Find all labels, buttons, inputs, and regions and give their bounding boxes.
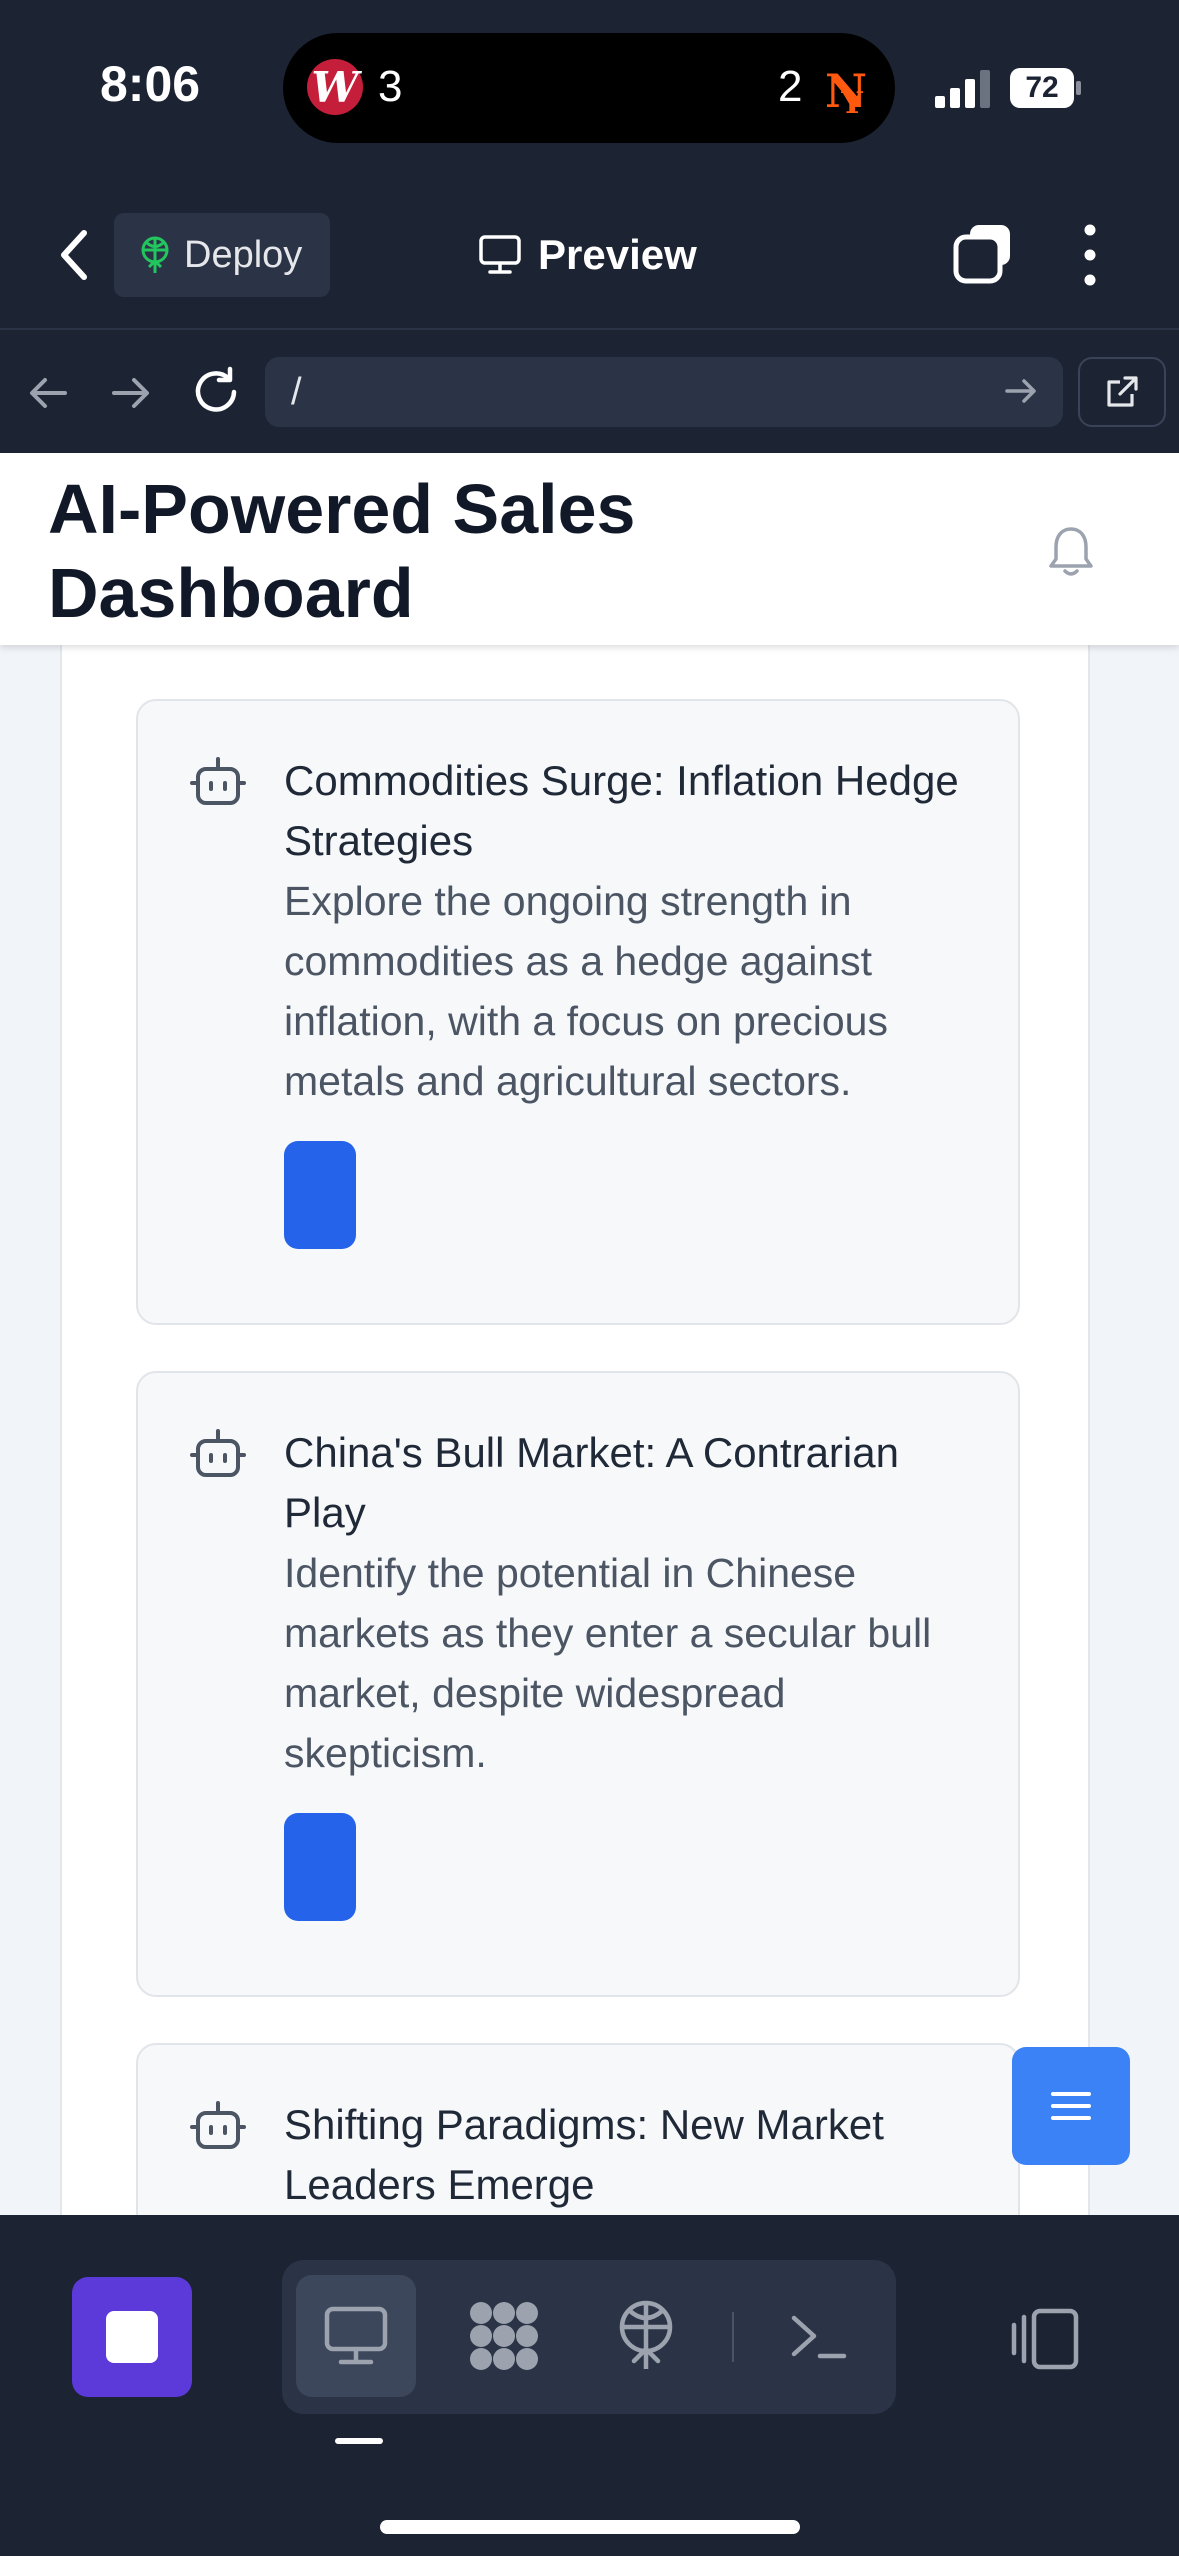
external-link-icon (1107, 376, 1138, 407)
card-title: Shifting Paradigms: New Market Leaders E… (284, 2101, 884, 2208)
url-bar: / (0, 330, 1179, 453)
robot-icon (190, 2101, 246, 2149)
mets-logo-icon: N Y (825, 64, 867, 121)
battery-icon: 72 (1010, 68, 1081, 108)
card-action-button[interactable] (284, 1813, 356, 1921)
menu-fab-button[interactable] (1012, 2047, 1130, 2165)
reload-icon[interactable] (190, 366, 242, 418)
menu-icon (1051, 2092, 1091, 2120)
away-score: 2 (778, 62, 803, 111)
monitor-icon (324, 2306, 388, 2365)
monitor-icon (479, 235, 521, 274)
svg-text:W: W (311, 63, 362, 112)
insight-card: Shifting Paradigms: New Market Leaders E… (136, 2043, 1020, 2215)
home-score: 3 (378, 62, 403, 111)
card-title: Commodities Surge: Inflation Hedge Strat… (284, 757, 959, 864)
stop-button[interactable] (72, 2277, 192, 2397)
insight-card: China's Bull Market: A Contrarian Play I… (136, 1371, 1020, 1997)
arrow-left-icon[interactable] (25, 370, 71, 416)
active-tab-indicator (335, 2438, 383, 2444)
clock: 8:06 (100, 56, 201, 112)
terminal-icon (791, 2315, 847, 2359)
workspace-tools (282, 2260, 896, 2414)
back-chevron-icon[interactable] (50, 225, 100, 285)
blocks-icon (470, 2302, 538, 2370)
shell-tool-button[interactable] (758, 2275, 878, 2397)
signal-icon (935, 70, 990, 108)
preview-label: Preview (538, 231, 697, 278)
preview-tool-button[interactable] (296, 2275, 416, 2397)
bottom-dock (0, 2215, 1179, 2556)
files-tool-button[interactable] (444, 2275, 564, 2397)
battery-level: 72 (1010, 68, 1074, 108)
insight-card: Commodities Surge: Inflation Hedge Strat… (136, 699, 1020, 1325)
dynamic-island[interactable] (283, 33, 895, 143)
url-text: / (291, 371, 302, 413)
go-arrow-icon[interactable] (1001, 371, 1041, 411)
deploy-button[interactable]: Deploy (114, 213, 330, 297)
card-title: China's Bull Market: A Contrarian Play (284, 1429, 899, 1536)
url-input[interactable]: / (265, 357, 1063, 427)
deploy-globe-icon (619, 2300, 673, 2369)
app-toolbar: Deploy Preview (0, 175, 1179, 330)
nationals-logo-icon: W (307, 59, 363, 115)
insights-panel: Commodities Surge: Inflation Hedge Strat… (60, 645, 1090, 2215)
preview-tab[interactable]: Preview (478, 225, 697, 285)
open-external-button[interactable] (1078, 357, 1166, 427)
card-description: Identify the potential in Chinese market… (284, 1550, 932, 1776)
home-indicator[interactable] (380, 2520, 800, 2534)
status-bar: 8:06 W 3 2 N Y 72 (0, 0, 1179, 175)
card-action-button[interactable] (284, 1141, 356, 1249)
deploy-tool-button[interactable] (586, 2275, 706, 2397)
robot-icon (190, 757, 246, 805)
tabs-switcher-icon[interactable] (952, 223, 1014, 285)
tool-separator (732, 2312, 734, 2362)
arrow-right-icon[interactable] (108, 370, 154, 416)
card-description: Explore the ongoing strength in commodit… (284, 878, 888, 1104)
panel-toggle-icon[interactable] (1010, 2307, 1080, 2371)
bell-icon[interactable] (1046, 523, 1096, 579)
svg-text:Y: Y (840, 86, 863, 121)
deploy-globe-icon (141, 236, 169, 273)
page-header: AI-Powered Sales Dashboard (0, 453, 1179, 645)
deploy-label: Deploy (184, 233, 303, 276)
web-preview: AI-Powered Sales Dashboard Commodities S… (0, 453, 1179, 2215)
robot-icon (190, 1429, 246, 1477)
page-title: AI-Powered Sales Dashboard (48, 470, 636, 632)
stop-square-icon (106, 2311, 158, 2363)
more-vertical-icon[interactable] (1070, 220, 1110, 290)
